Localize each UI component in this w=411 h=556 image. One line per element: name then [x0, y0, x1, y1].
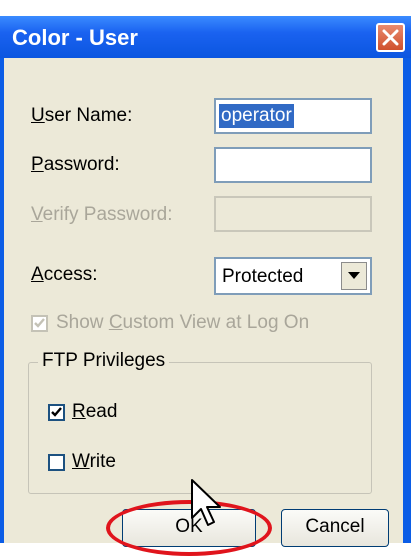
show-custom-view-label: Show Custom View at Log On: [56, 312, 310, 333]
chevron-down-icon: [348, 272, 360, 279]
ok-highlight-ring: [106, 500, 272, 556]
dialog-client-area: User Name: operator Password: Verify Pas…: [4, 58, 403, 556]
dialog-window: Color - User User Name: operator Passwor…: [0, 16, 411, 556]
window-title: Color - User: [12, 25, 138, 50]
write-label[interactable]: Write: [72, 451, 116, 473]
access-select[interactable]: Protected: [214, 257, 372, 295]
verify-password-label: Verify Password:: [31, 204, 173, 225]
cancel-button[interactable]: Cancel: [281, 509, 389, 547]
password-label: Password:: [31, 154, 120, 175]
read-label[interactable]: Read: [72, 401, 117, 423]
user-name-value: operator: [219, 104, 294, 128]
user-name-field[interactable]: operator: [214, 98, 372, 134]
access-label: Access:: [31, 264, 98, 285]
close-button[interactable]: [376, 23, 405, 52]
read-checkbox[interactable]: [48, 404, 65, 421]
password-field[interactable]: [214, 147, 372, 183]
title-bar[interactable]: Color - User: [0, 16, 411, 58]
close-icon: [382, 29, 399, 46]
ftp-privileges-legend: FTP Privileges: [38, 350, 170, 372]
ftp-privileges-group: [28, 362, 372, 494]
access-dropdown-button[interactable]: [341, 262, 367, 290]
write-checkbox[interactable]: [48, 454, 65, 471]
checkmark-icon: [51, 407, 62, 417]
verify-password-field: [214, 196, 372, 232]
show-custom-view-checkbox: [31, 315, 48, 332]
access-value: Protected: [222, 266, 304, 287]
mouse-pointer-icon: [191, 479, 221, 526]
user-name-label: User Name:: [31, 105, 133, 126]
checkmark-icon: [34, 318, 45, 328]
